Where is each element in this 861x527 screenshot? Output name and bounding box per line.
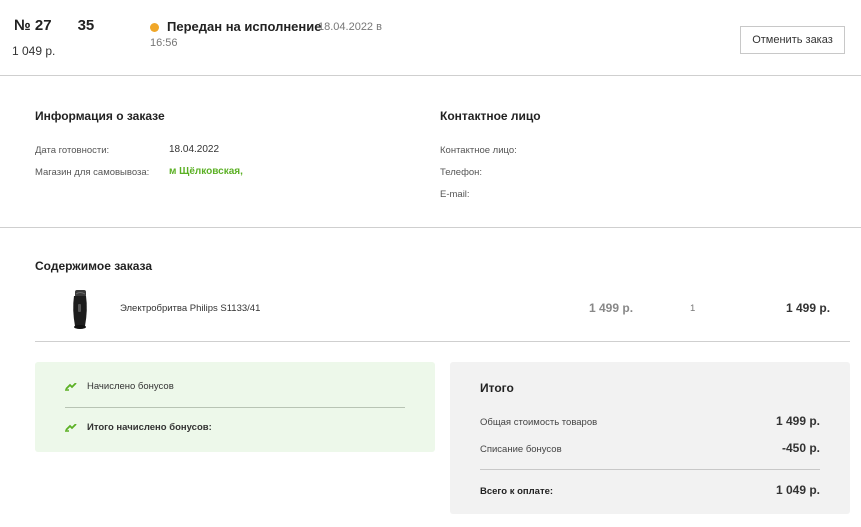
info-divider (0, 227, 861, 228)
totals-divider (480, 469, 820, 470)
order-total: 1 049 р. (12, 44, 56, 58)
ready-date-value: 18.04.2022 (169, 144, 220, 155)
goods-cost-label: Общая стоимость товаров (480, 417, 598, 428)
status-indicator-icon (150, 23, 159, 32)
contact-person-label: Контактное лицо: (440, 145, 517, 156)
to-pay-label: Всего к оплате: (480, 486, 554, 497)
product-quantity: 1 (690, 303, 696, 314)
order-number-prefix: № 27 (14, 17, 52, 34)
product-name[interactable]: Электробритва Philips S1133/41 (120, 303, 260, 314)
to-pay-value: 1 049 р. (775, 483, 820, 497)
phone-label: Телефон: (440, 167, 483, 178)
order-info-title: Информация о заказе (35, 109, 165, 123)
email-label: E-mail: (440, 189, 470, 200)
bonus-panel: Начислено бонусов Итого начислено бонусо… (35, 362, 435, 452)
bonus-accrued-label: Начислено бонусов (87, 381, 174, 392)
contents-divider (35, 341, 850, 342)
bonus-accrued-row: Начислено бонусов (65, 381, 174, 392)
bonus-total-label: Итого начислено бонусов: (87, 422, 212, 433)
bonus-arrow-icon (65, 423, 77, 432)
cancel-order-button[interactable]: Отменить заказ (740, 26, 845, 54)
product-price: 1 499 р. (589, 301, 634, 315)
bonus-writeoff-label: Списание бонусов (480, 444, 562, 455)
shaver-image[interactable] (64, 286, 94, 330)
status-time: 16:56 (150, 37, 178, 49)
contact-title: Контактное лицо (440, 109, 541, 123)
goods-cost-value: 1 499 р. (775, 414, 820, 428)
product-sum: 1 499 р. (786, 301, 831, 315)
pickup-store-link[interactable]: м Щёлковская, (169, 166, 243, 177)
order-number-suffix: 35 (77, 17, 95, 34)
order-status: Передан на исполнение (167, 19, 322, 34)
header-divider (0, 75, 861, 76)
status-date: 18.04.2022 в (318, 21, 382, 33)
ready-date-label: Дата готовности: (35, 145, 110, 156)
order-contents-title: Содержимое заказа (35, 259, 153, 273)
bonus-arrow-icon (65, 382, 77, 391)
bonus-divider (65, 407, 405, 408)
bonus-writeoff-value: -450 р. (781, 441, 820, 455)
bonus-total-row: Итого начислено бонусов: (65, 422, 212, 433)
pickup-store-label: Магазин для самовывоза: (35, 167, 150, 178)
totals-panel: Итого Общая стоимость товаров 1 499 р. С… (450, 362, 850, 514)
totals-title: Итого (480, 381, 514, 395)
order-number: № 27 35 (14, 17, 94, 34)
